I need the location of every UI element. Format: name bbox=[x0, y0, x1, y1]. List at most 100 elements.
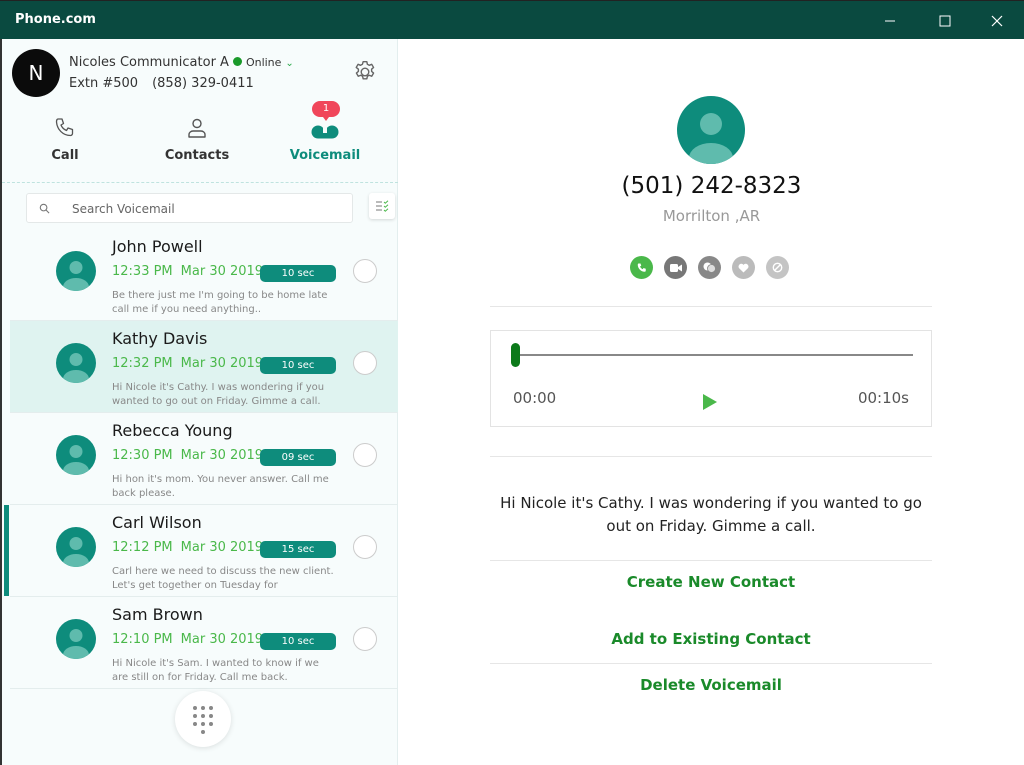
caller-avatar bbox=[56, 435, 96, 475]
divider bbox=[490, 306, 932, 307]
voicemail-time: 12:32 PM bbox=[112, 356, 173, 371]
voicemail-list-item[interactable]: Rebecca Young 12:30 PM Mar 30 2019 09 sec Hi… bbox=[10, 413, 398, 505]
voicemail-preview: Hi Nicole it's Sam. I wanted to know if … bbox=[112, 658, 319, 683]
voicemail-date: Mar 30 2019 bbox=[180, 632, 264, 647]
person-icon bbox=[188, 118, 206, 138]
dialpad-button[interactable] bbox=[175, 691, 231, 747]
voicemail-timestamp: 12:33 PM Mar 30 2019 bbox=[112, 264, 263, 279]
voicemail-badge: 1 bbox=[312, 101, 340, 121]
voicemail-date: Mar 30 2019 bbox=[180, 448, 264, 463]
caller-name: Carl Wilson bbox=[112, 513, 202, 532]
unread-indicator bbox=[4, 505, 9, 596]
tab-voicemail-label: Voicemail bbox=[289, 148, 361, 163]
main-tabs: Call Contacts 1 Voicemail bbox=[2, 101, 398, 183]
dialpad-icon bbox=[193, 706, 213, 734]
user-extension-row: Extn #500 (858) 329-0411 bbox=[69, 76, 254, 91]
title-bar: Phone.com bbox=[0, 0, 1024, 39]
create-new-contact-button[interactable]: Create New Contact bbox=[490, 573, 932, 591]
select-radio[interactable] bbox=[353, 259, 377, 283]
voicemail-list-item[interactable]: Sam Brown 12:10 PM Mar 30 2019 10 sec Hi Nic… bbox=[10, 597, 398, 689]
chevron-down-icon[interactable]: ⌄ bbox=[285, 58, 293, 69]
maximize-button[interactable] bbox=[922, 1, 968, 40]
divider bbox=[490, 663, 932, 664]
select-radio[interactable] bbox=[353, 443, 377, 467]
caller-avatar bbox=[56, 343, 96, 383]
caller-name: Sam Brown bbox=[112, 605, 203, 624]
user-profile: N Nicoles Communicator A Online ⌄ Extn #50… bbox=[12, 49, 392, 99]
contact-avatar bbox=[677, 96, 745, 164]
voicemail-preview: Be there just me I'm going to be home la… bbox=[112, 290, 328, 315]
total-time: 00:10s bbox=[857, 389, 909, 407]
delete-voicemail-button[interactable]: Delete Voicemail bbox=[490, 676, 932, 694]
caller-avatar bbox=[56, 251, 96, 291]
video-icon bbox=[669, 263, 682, 272]
add-to-existing-contact-button[interactable]: Add to Existing Contact bbox=[490, 630, 932, 648]
search-icon bbox=[39, 203, 50, 214]
voicemail-time: 12:10 PM bbox=[112, 632, 173, 647]
voicemail-list-item[interactable]: Carl Wilson 12:12 PM Mar 30 2019 15 sec Carl… bbox=[4, 505, 398, 597]
select-radio[interactable] bbox=[353, 351, 377, 375]
audio-player: 00:00 00:10s bbox=[490, 330, 932, 427]
caller-avatar bbox=[56, 619, 96, 659]
current-time: 00:00 bbox=[513, 389, 557, 407]
divider bbox=[490, 456, 932, 457]
call-back-button[interactable] bbox=[630, 256, 653, 279]
block-button[interactable] bbox=[766, 256, 789, 279]
tab-contacts[interactable]: Contacts bbox=[142, 101, 252, 181]
search-voicemail-input[interactable] bbox=[72, 199, 342, 219]
tab-call[interactable]: Call bbox=[10, 101, 120, 181]
voicemail-timestamp: 12:10 PM Mar 30 2019 bbox=[112, 632, 263, 647]
favorite-button[interactable] bbox=[732, 256, 755, 279]
voicemail-date: Mar 30 2019 bbox=[180, 264, 264, 279]
duration-badge: 10 sec bbox=[260, 633, 336, 650]
select-radio[interactable] bbox=[353, 627, 377, 651]
video-call-button[interactable] bbox=[664, 256, 687, 279]
caller-phone-number: (501) 242-8323 bbox=[621, 173, 802, 199]
status-text[interactable]: Online bbox=[246, 56, 281, 69]
duration-badge: 09 sec bbox=[260, 449, 336, 466]
search-voicemail-box bbox=[26, 193, 353, 223]
voicemail-timestamp: 12:30 PM Mar 30 2019 bbox=[112, 448, 263, 463]
gear-icon[interactable] bbox=[352, 59, 378, 85]
voicemail-time: 12:30 PM bbox=[112, 448, 173, 463]
voicemail-time: 12:33 PM bbox=[112, 264, 173, 279]
chat-icon bbox=[703, 262, 716, 273]
voicemail-preview: Carl here we need to discuss the new cli… bbox=[112, 566, 334, 591]
voicemail-preview: Hi Nicole it's Cathy. I was wondering if… bbox=[112, 382, 325, 407]
app-title: Phone.com bbox=[15, 12, 96, 27]
voicemail-list-item[interactable]: John Powell 12:33 PM Mar 30 2019 10 sec Be t… bbox=[10, 229, 398, 321]
caller-name: John Powell bbox=[112, 237, 203, 256]
seek-handle[interactable] bbox=[511, 343, 520, 367]
close-button[interactable] bbox=[974, 1, 1020, 40]
voicemail-list-item[interactable]: Kathy Davis 12:32 PM Mar 30 2019 10 sec Hi N… bbox=[10, 321, 398, 413]
voicemail-detail: (501) 242-8323 Morrilton ,AR 00:00 00:10… bbox=[399, 39, 1024, 765]
play-button[interactable] bbox=[702, 393, 718, 411]
select-radio[interactable] bbox=[353, 535, 377, 559]
duration-badge: 10 sec bbox=[260, 357, 336, 374]
user-name: Nicoles Communicator A bbox=[69, 55, 229, 70]
select-filter-button[interactable] bbox=[369, 193, 395, 219]
tab-voicemail[interactable]: 1 Voicemail bbox=[270, 101, 380, 181]
minimize-button[interactable] bbox=[867, 1, 913, 40]
message-button[interactable] bbox=[698, 256, 721, 279]
block-icon bbox=[772, 262, 783, 273]
tab-contacts-label: Contacts bbox=[164, 148, 230, 163]
seek-bar[interactable] bbox=[515, 354, 913, 356]
contact-actions bbox=[630, 256, 789, 279]
checklist-icon bbox=[376, 200, 389, 212]
phone-icon bbox=[637, 263, 646, 272]
tab-call-label: Call bbox=[51, 148, 79, 163]
duration-badge: 15 sec bbox=[260, 541, 336, 558]
voicemail-date: Mar 30 2019 bbox=[180, 540, 264, 555]
divider bbox=[490, 560, 932, 561]
minimize-icon bbox=[885, 20, 895, 21]
maximize-icon bbox=[939, 15, 951, 26]
voicemail-timestamp: 12:12 PM Mar 30 2019 bbox=[112, 540, 263, 555]
caller-location: Morrilton ,AR bbox=[662, 207, 761, 225]
duration-badge: 10 sec bbox=[260, 265, 336, 282]
user-avatar: N bbox=[12, 49, 60, 97]
voicemail-timestamp: 12:32 PM Mar 30 2019 bbox=[112, 356, 263, 371]
voicemail-transcript: Hi Nicole it's Cathy. I was wondering if… bbox=[500, 494, 922, 535]
extension: Extn #500 bbox=[69, 76, 139, 91]
online-status-dot bbox=[232, 57, 242, 66]
